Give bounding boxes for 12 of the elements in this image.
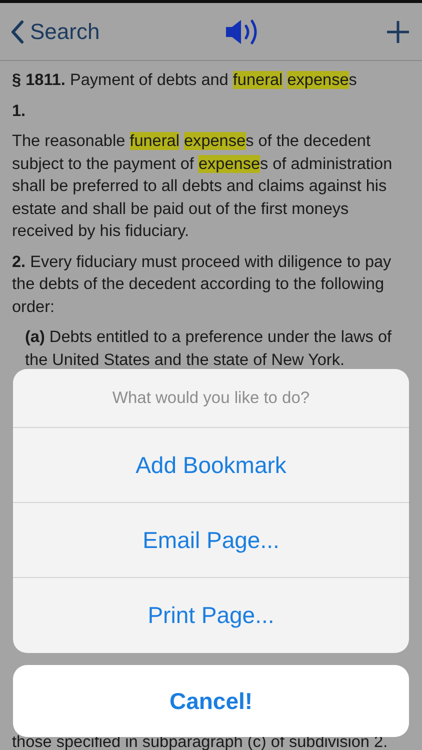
back-button[interactable]: Search xyxy=(10,18,100,44)
action-item[interactable]: Print Page... xyxy=(13,578,409,653)
paragraph: 1. xyxy=(12,100,27,122)
plus-icon xyxy=(386,20,410,44)
back-chevron-icon xyxy=(10,20,24,44)
section-heading: § 1811. Payment of debts and funeral expenses xyxy=(12,70,358,91)
add-button[interactable] xyxy=(386,20,410,44)
subparagraph: (a) Debts entitled to a preference under the laws of the United States and the state of New York. xyxy=(24,327,393,370)
action-item[interactable]: Add Bookmark xyxy=(13,428,409,503)
paragraph: 2. Every fiduciary must proceed with diligence to pay the debts of the decedent according to the following order: xyxy=(12,252,392,318)
action-item[interactable]: Email Page... xyxy=(13,503,409,578)
action-sheet-title: What would you like to do? xyxy=(13,369,409,428)
